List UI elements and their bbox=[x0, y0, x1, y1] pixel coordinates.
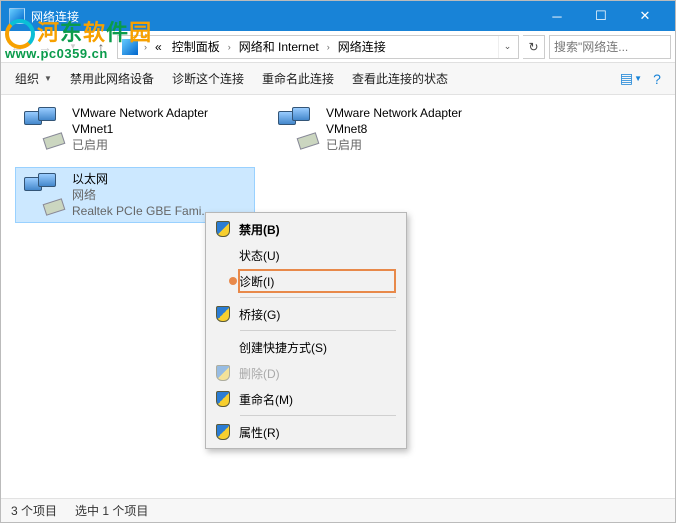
back-button[interactable]: ← bbox=[5, 35, 29, 59]
network-adapter-icon bbox=[20, 105, 68, 153]
crumb-control-panel[interactable]: 控制面板 bbox=[168, 36, 224, 57]
menu-shortcut-label: 创建快捷方式(S) bbox=[239, 339, 327, 356]
menu-delete: 删除(D) bbox=[208, 360, 404, 386]
menu-status[interactable]: 状态(U) bbox=[208, 242, 404, 268]
menu-disable[interactable]: 禁用(B) bbox=[208, 216, 404, 242]
menu-shortcut[interactable]: 创建快捷方式(S) bbox=[208, 334, 404, 360]
adapter-desc: Realtek PCIe GBE Fami... bbox=[72, 203, 211, 219]
menu-rename-label: 重命名(M) bbox=[239, 391, 293, 408]
maximize-button[interactable]: ☐ bbox=[579, 1, 623, 31]
shield-icon bbox=[216, 306, 230, 322]
organize-label: 组织 bbox=[15, 70, 39, 87]
menu-separator bbox=[240, 297, 396, 298]
help-button[interactable]: ? bbox=[645, 67, 669, 91]
crumb-network-internet[interactable]: 网络和 Internet bbox=[235, 36, 323, 57]
context-menu: 禁用(B) 状态(U) 诊断(I) 桥接(G) 创建快捷方式(S) 删除(D) … bbox=[205, 212, 407, 449]
search-input[interactable]: 搜索"网络连... bbox=[549, 35, 671, 59]
adapter-state: 网络 bbox=[72, 187, 211, 203]
rename-label: 重命名此连接 bbox=[262, 70, 334, 87]
shield-icon bbox=[216, 365, 230, 381]
refresh-button[interactable]: ↻ bbox=[523, 35, 545, 59]
shield-icon bbox=[216, 391, 230, 407]
location-icon bbox=[122, 39, 138, 55]
menu-separator bbox=[240, 415, 396, 416]
rename-button[interactable]: 重命名此连接 bbox=[254, 66, 342, 91]
organize-button[interactable]: 组织 ▼ bbox=[7, 66, 60, 91]
menu-disable-label: 禁用(B) bbox=[239, 221, 280, 238]
menu-separator bbox=[240, 330, 396, 331]
address-bar[interactable]: › « 控制面板 › 网络和 Internet › 网络连接 ⌄ bbox=[117, 35, 519, 59]
menu-properties[interactable]: 属性(R) bbox=[208, 419, 404, 445]
disable-device-button[interactable]: 禁用此网络设备 bbox=[62, 66, 162, 91]
menu-bridge-label: 桥接(G) bbox=[239, 306, 280, 323]
adapter-name: 以太网 bbox=[72, 171, 211, 187]
crumb-network-connections[interactable]: 网络连接 bbox=[334, 36, 390, 57]
status-selected-count: 选中 1 个项目 bbox=[75, 502, 148, 519]
shield-icon bbox=[216, 221, 230, 237]
app-icon bbox=[9, 8, 25, 24]
network-adapter-icon bbox=[20, 171, 68, 219]
chevron-down-icon: ▼ bbox=[44, 74, 52, 83]
menu-delete-label: 删除(D) bbox=[239, 365, 280, 382]
adapter-state: 已启用 bbox=[72, 137, 250, 153]
adapter-vmnet8[interactable]: VMware Network Adapter VMnet8 已启用 bbox=[269, 101, 509, 157]
diagnose-button[interactable]: 诊断这个连接 bbox=[164, 66, 252, 91]
menu-properties-label: 属性(R) bbox=[239, 424, 280, 441]
minimize-button[interactable]: ─ bbox=[535, 1, 579, 31]
menu-bridge[interactable]: 桥接(G) bbox=[208, 301, 404, 327]
forward-button[interactable]: → bbox=[33, 35, 57, 59]
shield-icon bbox=[216, 424, 230, 440]
status-item-count: 3 个项目 bbox=[11, 502, 57, 519]
change-view-button[interactable]: ▤▼ bbox=[619, 67, 643, 91]
adapter-state: 已启用 bbox=[326, 137, 504, 153]
adapter-vmnet1[interactable]: VMware Network Adapter VMnet1 已启用 bbox=[15, 101, 255, 157]
menu-diagnose[interactable]: 诊断(I) bbox=[208, 268, 404, 294]
recent-locations[interactable]: ▾ bbox=[61, 35, 85, 59]
up-button[interactable]: ↑ bbox=[89, 35, 113, 59]
menu-status-label: 状态(U) bbox=[239, 247, 280, 264]
diagnose-label: 诊断这个连接 bbox=[172, 70, 244, 87]
chevron-right-icon: › bbox=[226, 42, 233, 52]
content-area: VMware Network Adapter VMnet1 已启用 VMware… bbox=[1, 95, 675, 499]
disable-label: 禁用此网络设备 bbox=[70, 70, 154, 87]
menu-diagnose-label: 诊断(I) bbox=[239, 273, 274, 290]
menu-rename[interactable]: 重命名(M) bbox=[208, 386, 404, 412]
address-dropdown[interactable]: ⌄ bbox=[498, 36, 516, 58]
close-button[interactable]: ✕ bbox=[623, 1, 667, 31]
status-label: 查看此连接的状态 bbox=[352, 70, 448, 87]
adapter-name: VMware Network Adapter VMnet1 bbox=[72, 105, 250, 137]
chevron-right-icon: › bbox=[325, 42, 332, 52]
crumb-root[interactable]: « bbox=[151, 38, 166, 56]
search-placeholder: 搜索"网络连... bbox=[554, 38, 628, 55]
view-status-button[interactable]: 查看此连接的状态 bbox=[344, 66, 456, 91]
window-title: 网络连接 bbox=[31, 8, 535, 25]
chevron-right-icon: › bbox=[142, 42, 149, 52]
adapter-name: VMware Network Adapter VMnet8 bbox=[326, 105, 504, 137]
network-adapter-icon bbox=[274, 105, 322, 153]
